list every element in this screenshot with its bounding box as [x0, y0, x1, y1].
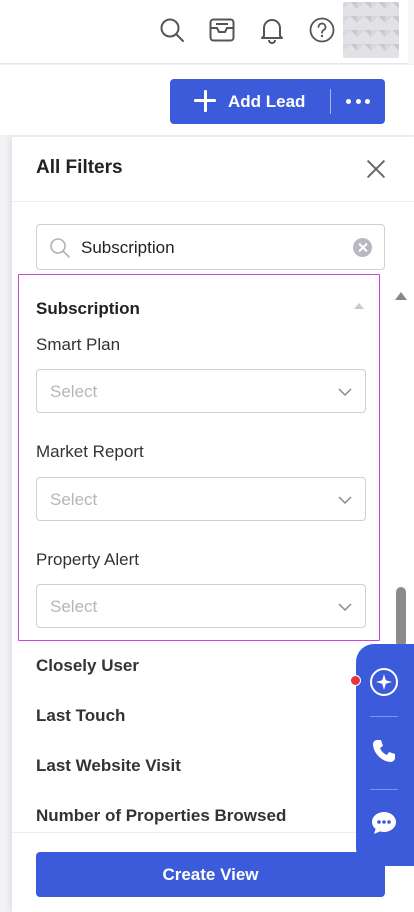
smart-plan-label: Smart Plan: [36, 335, 121, 354]
help-icon[interactable]: [308, 16, 336, 44]
section-title: Subscription: [36, 299, 140, 318]
select-placeholder: Select: [50, 597, 98, 616]
smart-plan-select[interactable]: Select: [36, 369, 366, 413]
floating-action-widget: [356, 644, 414, 866]
plus-icon: [192, 88, 218, 114]
add-lead-button[interactable]: Add Lead: [170, 79, 385, 124]
property-alert-select[interactable]: Select: [36, 584, 366, 628]
market-report-select[interactable]: Select: [36, 477, 366, 521]
market-report-label: Market Report: [36, 442, 144, 461]
bell-icon[interactable]: [258, 16, 286, 44]
filter-search-input[interactable]: Subscription: [36, 224, 385, 270]
chat-icon[interactable]: [368, 807, 400, 839]
chevron-down-icon: [338, 496, 352, 505]
top-header: [0, 0, 414, 64]
widget-divider: [370, 716, 398, 717]
button-separator: [330, 89, 331, 114]
close-icon[interactable]: [364, 157, 388, 181]
clear-search-icon[interactable]: [353, 238, 372, 257]
search-icon: [50, 238, 70, 258]
filters-panel: All Filters Subscription Subscription Sm…: [12, 137, 414, 912]
action-bar: Add Lead: [0, 65, 414, 135]
add-lead-label: Add Lead: [228, 92, 306, 111]
chevron-down-icon: [338, 388, 352, 397]
filter-item-last-touch[interactable]: Last Touch: [36, 706, 125, 726]
search-icon[interactable]: [158, 16, 186, 44]
filter-item-closely-user[interactable]: Closely User: [36, 656, 139, 676]
filter-item-properties-browsed[interactable]: Number of Properties Browsed: [36, 806, 286, 826]
collapse-caret-icon[interactable]: [354, 303, 364, 309]
ai-assistant-icon[interactable]: [368, 666, 400, 698]
more-options-icon[interactable]: [346, 99, 370, 105]
panel-footer: Create View: [12, 832, 414, 912]
subscription-section: Subscription Smart Plan Select Market Re…: [18, 274, 380, 641]
phone-icon[interactable]: [368, 735, 400, 767]
widget-divider: [370, 789, 398, 790]
create-view-button[interactable]: Create View: [36, 852, 385, 897]
panel-title: All Filters: [36, 157, 123, 178]
filter-item-last-website-visit[interactable]: Last Website Visit: [36, 756, 181, 776]
select-placeholder: Select: [50, 490, 98, 509]
avatar[interactable]: [343, 2, 399, 58]
inbox-icon[interactable]: [208, 16, 236, 44]
scroll-up-arrow[interactable]: [395, 292, 407, 300]
divider: [12, 201, 414, 202]
header-edge: [408, 0, 414, 64]
property-alert-label: Property Alert: [36, 550, 139, 569]
search-value: Subscription: [81, 238, 175, 257]
notification-dot: [350, 675, 361, 686]
scrollbar-thumb[interactable]: [396, 587, 406, 647]
chevron-down-icon: [338, 603, 352, 612]
select-placeholder: Select: [50, 382, 98, 401]
